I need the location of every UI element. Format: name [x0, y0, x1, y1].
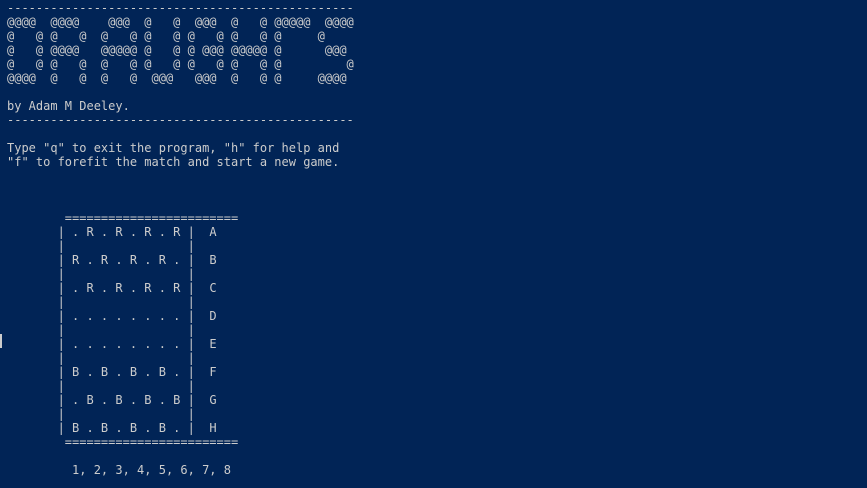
board-row-label: A [209, 225, 217, 239]
board-row-cells: . R . R . R . R [72, 225, 181, 239]
banner-author: by Adam M Deeley. [7, 99, 130, 113]
board-border-top-text: ======================== [64, 211, 239, 225]
board-row-label: H [209, 421, 217, 435]
board-row-cells: B . B . B . B . [72, 421, 181, 435]
board-row-cells: . R . R . R . R [72, 281, 181, 295]
board-row: | . B . B . B . B | G [7, 393, 217, 407]
banner-art-line-5: @@@@ @ @ @ @ @@@ @@@ @ @ @ @@@@ [7, 71, 347, 85]
board-row-separator: | | [7, 295, 195, 309]
instruction-line-1: Type "q" to exit the program, "h" for he… [7, 141, 340, 155]
board-row-label: D [209, 309, 217, 323]
banner-art-line-1: @@@@ @@@@ @@@ @ @ @@@ @ @ @@@@@ @@@@ [7, 15, 354, 29]
banner-rule-top: ----------------------------------------… [7, 1, 354, 15]
board-row-label: B [209, 253, 217, 267]
banner-art-line-4: @ @ @ @ @ @ @ @ @ @ @ @ @ @ [7, 57, 354, 71]
instruction-line-2: "f" to forefit the match and start a new… [7, 155, 340, 169]
board-row: | B . B . B . B . | F [7, 365, 217, 379]
banner-art-line-3: @ @ @@@@ @@@@@ @ @ @ @@@ @@@@@ @ @@@ [7, 43, 347, 57]
board-row-separator: | | [7, 379, 195, 393]
board-row: | . . . . . . . . | E [7, 337, 217, 351]
board-row-cells: . . . . . . . . [72, 309, 181, 323]
board-row-separator: | | [7, 351, 195, 365]
board-row-cells: R . R . R . R . [72, 253, 181, 267]
board-rows: | . R . R . R . R | A | | | R . R . R . … [7, 225, 862, 435]
checkers-board: ======================== | . R . R . R .… [7, 211, 862, 477]
banner-art-line-2: @ @ @ @ @ @ @ @ @ @ @ @ @ @ [7, 29, 325, 43]
board-row-label: C [209, 281, 217, 295]
board-row-separator: | | [7, 323, 195, 337]
board-row-separator: | | [7, 239, 195, 253]
board-column-numbers-text: 1, 2, 3, 4, 5, 6, 7, 8 [72, 463, 231, 477]
board-row: | . . . . . . . . | D [7, 309, 217, 323]
board-row-cells: B . B . B . B . [72, 365, 181, 379]
board-row: | . R . R . R . R | A [7, 225, 217, 239]
board-border-bottom: ======================== [7, 435, 862, 449]
board-row-separator: | | [7, 267, 195, 281]
board-row-label: F [209, 365, 217, 379]
board-row: | . R . R . R . R | C [7, 281, 217, 295]
board-column-numbers: 1, 2, 3, 4, 5, 6, 7, 8 [7, 463, 862, 477]
board-row: | R . R . R . R . | B [7, 253, 217, 267]
board-row-separator: | | [7, 407, 195, 421]
board-row: | B . B . B . B . | H [7, 421, 217, 435]
banner-rule-bottom: ----------------------------------------… [7, 113, 354, 127]
board-border-top: ======================== [7, 211, 862, 225]
board-row-cells: . B . B . B . B [72, 393, 181, 407]
board-row-label: E [209, 337, 217, 351]
console-output: ----------------------------------------… [7, 1, 862, 477]
text-cursor [0, 334, 2, 348]
board-row-label: G [209, 393, 217, 407]
board-row-cells: . . . . . . . . [72, 337, 181, 351]
board-border-bottom-text: ======================== [64, 435, 239, 449]
